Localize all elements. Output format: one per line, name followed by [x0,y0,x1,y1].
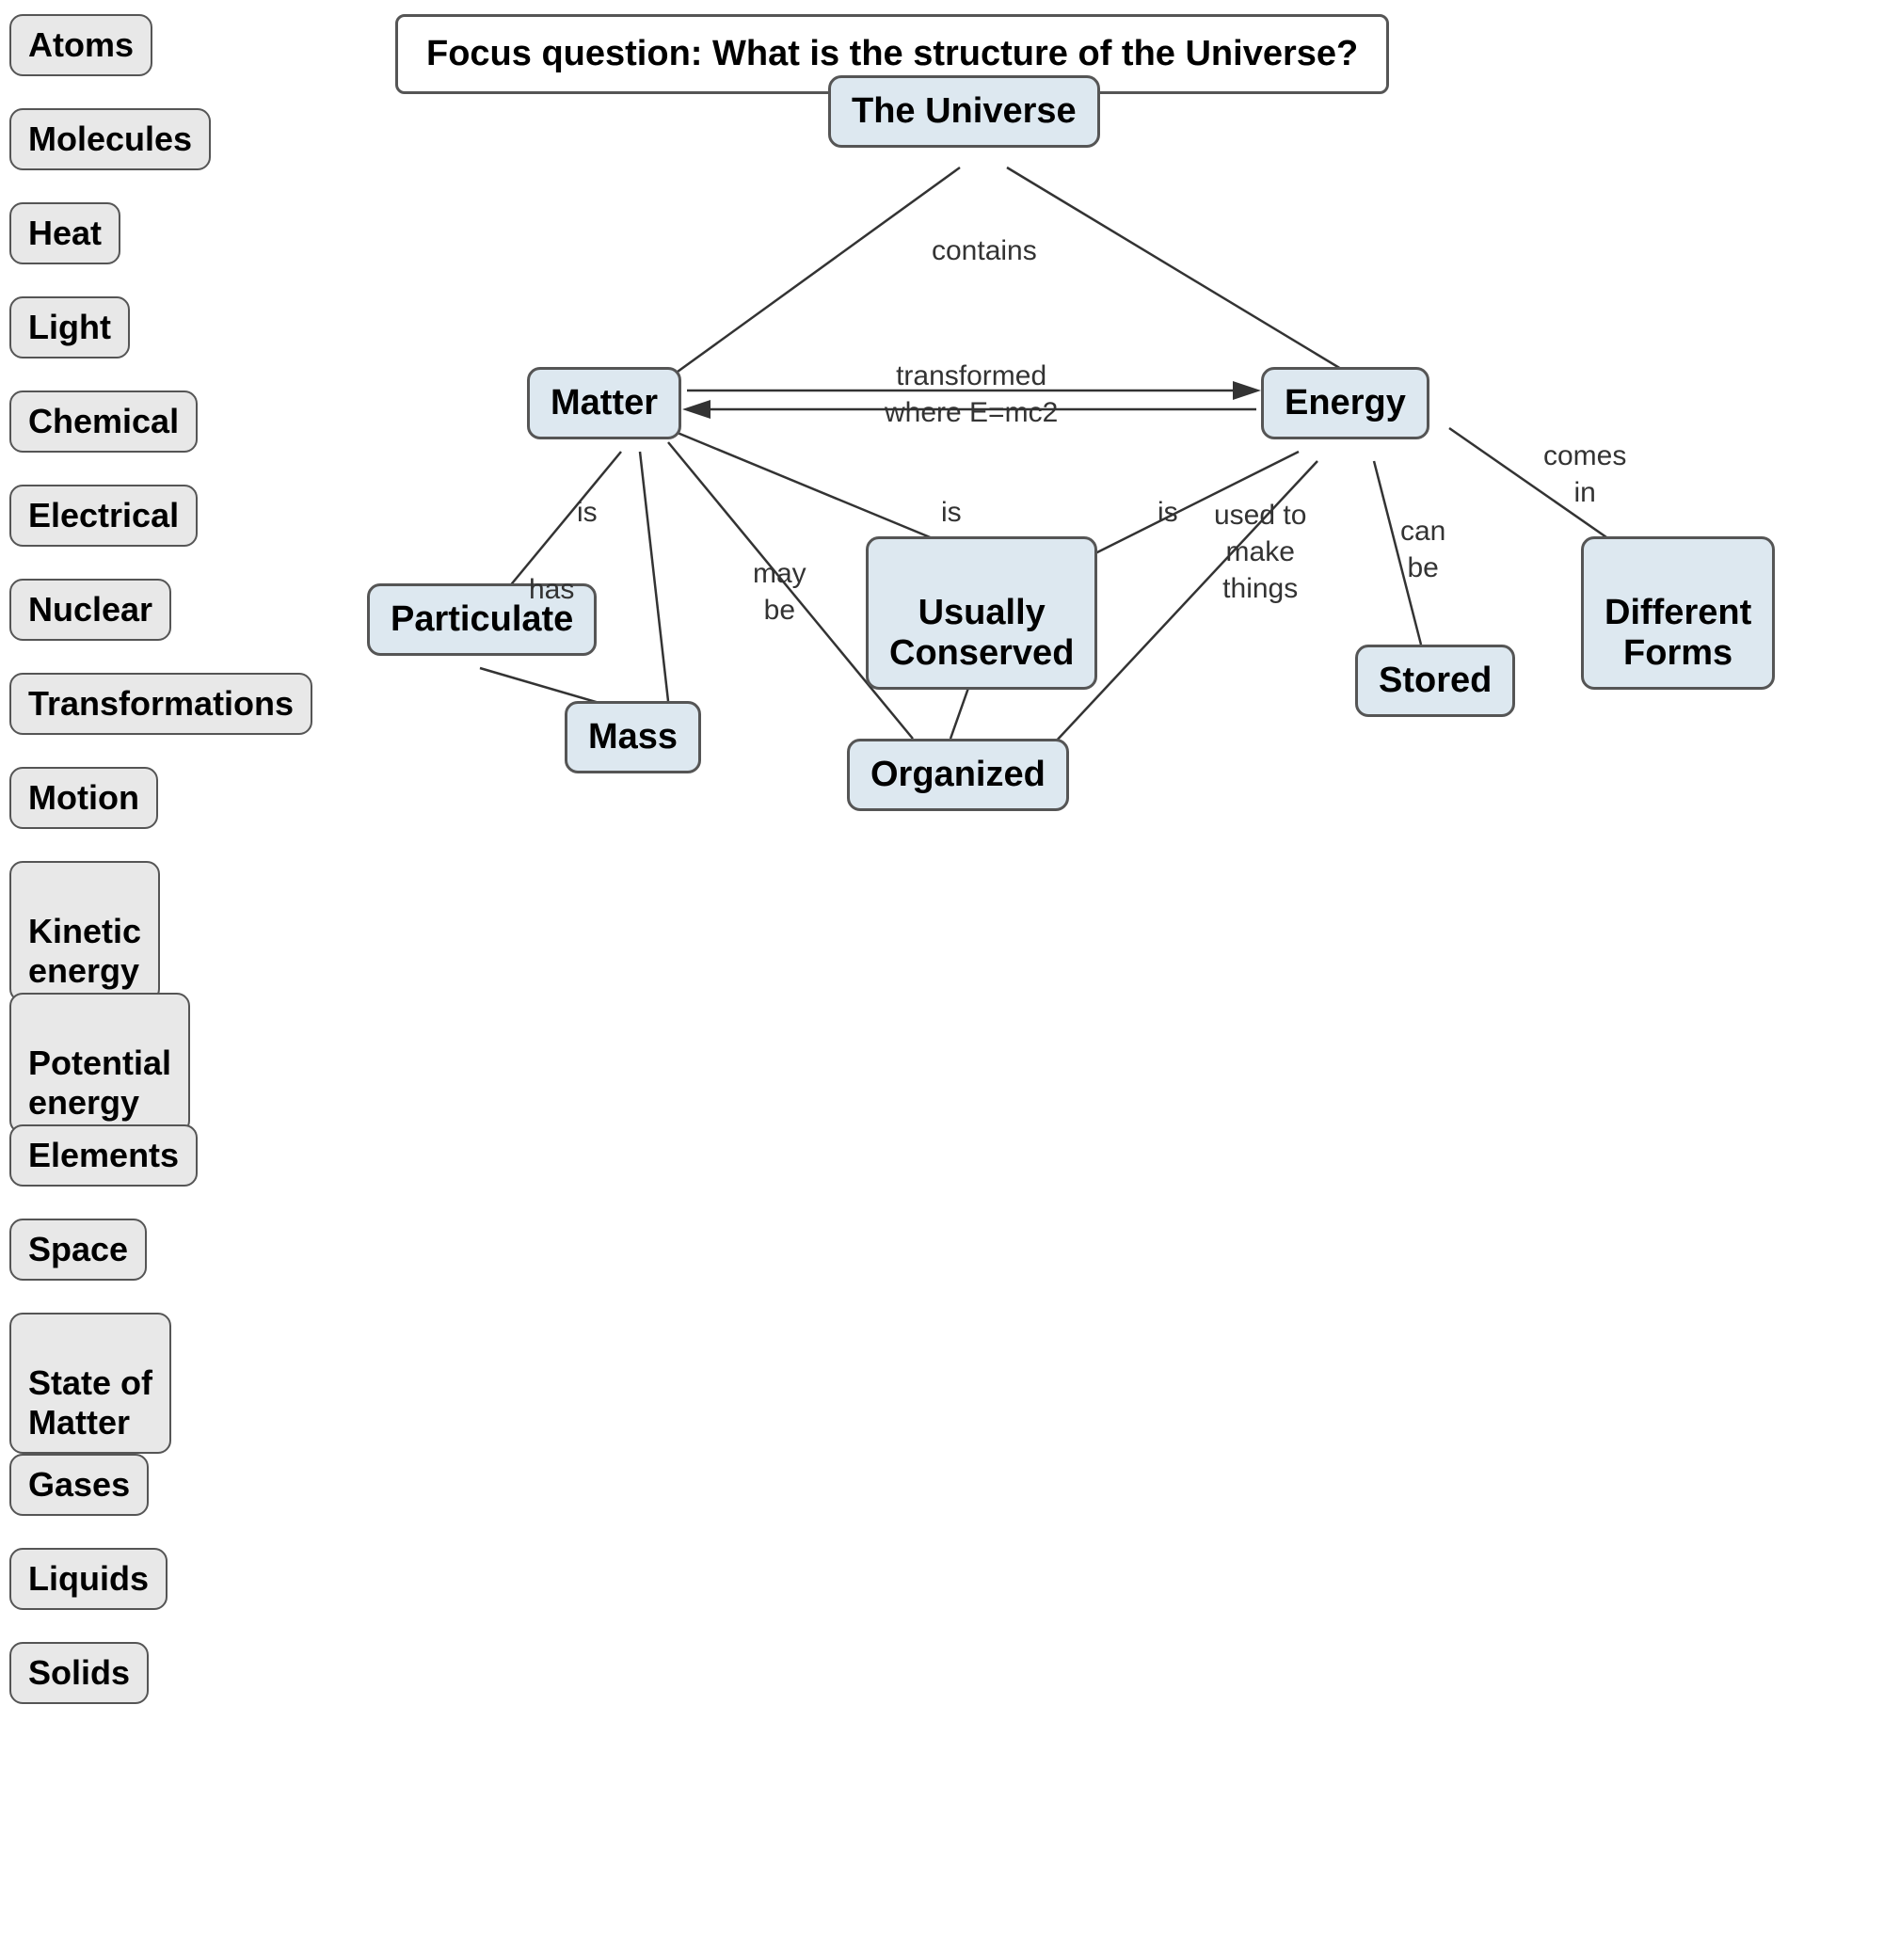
sidebar-item-light[interactable]: Light [9,296,130,359]
link-is-1: is [577,497,598,529]
node-usually-conserved[interactable]: UsuallyConserved [866,536,1097,690]
node-different-forms[interactable]: DifferentForms [1581,536,1775,690]
sidebar-item-kinetic-energy[interactable]: Kineticenergy [9,861,160,1002]
node-energy[interactable]: Energy [1261,367,1429,439]
link-comes-in: comesin [1543,438,1626,511]
node-stored[interactable]: Stored [1355,645,1515,717]
sidebar-item-electrical[interactable]: Electrical [9,485,198,547]
sidebar-item-gases[interactable]: Gases [9,1454,149,1516]
sidebar-item-transformations[interactable]: Transformations [9,673,312,735]
link-may-be: maybe [753,555,806,629]
link-has: has [529,574,574,606]
link-is-3: is [1158,497,1178,529]
sidebar-item-heat[interactable]: Heat [9,202,120,264]
sidebar-item-potential-energy[interactable]: Potentialenergy [9,993,190,1134]
sidebar-item-state-of-matter[interactable]: State ofMatter [9,1313,171,1454]
link-used-to-make: used tomakethings [1214,497,1306,607]
sidebar-item-atoms[interactable]: Atoms [9,14,152,76]
node-organized[interactable]: Organized [847,739,1069,811]
sidebar-item-nuclear[interactable]: Nuclear [9,579,171,641]
link-is-2: is [941,497,962,529]
link-transformed: transformedwhere E=mc2 [885,358,1058,431]
node-matter[interactable]: Matter [527,367,681,439]
sidebar-item-chemical[interactable]: Chemical [9,390,198,453]
link-can-be: canbe [1400,513,1445,586]
sidebar-item-molecules[interactable]: Molecules [9,108,211,170]
sidebar-item-liquids[interactable]: Liquids [9,1548,168,1610]
node-mass[interactable]: Mass [565,701,701,773]
link-contains: contains [932,235,1037,267]
sidebar-item-motion[interactable]: Motion [9,767,158,829]
sidebar-item-elements[interactable]: Elements [9,1124,198,1187]
sidebar-item-space[interactable]: Space [9,1219,147,1281]
sidebar-item-solids[interactable]: Solids [9,1642,149,1704]
node-universe[interactable]: The Universe [828,75,1100,148]
